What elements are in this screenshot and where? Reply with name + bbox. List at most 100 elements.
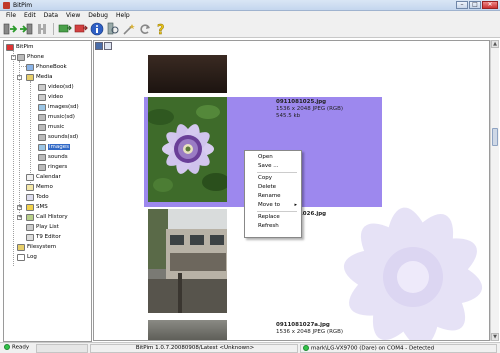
collapse-toggle[interactable]: - — [17, 75, 22, 80]
tree-label: Phone — [27, 54, 45, 60]
tree-item-bitpim[interactable]: BitPim — [6, 42, 34, 52]
tree-item-play-list[interactable]: Play List — [26, 222, 59, 232]
context-rename[interactable]: Rename — [245, 192, 301, 201]
tree-item-phonebook[interactable]: PhoneBook — [26, 62, 67, 72]
tree-label: Memo — [36, 184, 53, 190]
list-view-icon[interactable] — [104, 42, 112, 50]
memo-icon — [26, 183, 34, 191]
tree-item-media[interactable]: Media — [26, 72, 53, 82]
expand-toggle[interactable]: + — [17, 215, 22, 220]
phone-connected-icon — [303, 345, 309, 351]
context-copy[interactable]: Copy — [245, 174, 301, 183]
images-icon — [38, 143, 46, 151]
close-button[interactable]: ✕ — [482, 1, 498, 9]
menu-separator — [257, 211, 297, 212]
media-icon — [26, 73, 34, 81]
media-pane: 0911081025.jpg 1536 x 2048 JPEG (RGB) 54… — [93, 40, 490, 341]
image-thumbnail[interactable] — [148, 320, 227, 340]
sms-icon — [26, 203, 34, 211]
tree-item-filesystem[interactable]: Filesystem — [17, 242, 56, 252]
green-arrow-icon[interactable] — [58, 22, 72, 36]
drag-preview-image — [331, 193, 489, 340]
file-name: 0911081025.jpg — [276, 99, 327, 105]
tree-label: Log — [27, 254, 37, 260]
tree-label: BitPim — [16, 44, 34, 50]
status-bar: Ready BitPim 1.0.7.20080908/Latest <Unkn… — [0, 342, 500, 353]
context-save[interactable]: Save ... — [245, 162, 301, 171]
tree-label: Filesystem — [27, 244, 57, 250]
image-thumbnail-flower[interactable] — [148, 97, 227, 202]
menu-file[interactable]: File — [2, 11, 20, 21]
status-version: BitPim 1.0.7.20080908/Latest <Unknown> — [90, 344, 298, 353]
context-delete[interactable]: Delete — [245, 183, 301, 192]
context-open[interactable]: Open — [245, 153, 301, 162]
menu-help[interactable]: Help — [112, 11, 134, 21]
tree-item-memo[interactable]: Memo — [26, 182, 53, 192]
maximize-button[interactable]: □ — [469, 1, 481, 9]
context-refresh[interactable]: Refresh — [245, 222, 301, 231]
minimize-button[interactable]: – — [456, 1, 468, 9]
phonebook-icon — [26, 63, 34, 71]
file-info: 0911081025.jpg 1536 x 2048 JPEG (RGB) 54… — [276, 99, 343, 120]
expand-toggle[interactable]: + — [17, 205, 22, 210]
context-replace[interactable]: Replace — [245, 213, 301, 222]
log-icon — [17, 253, 25, 261]
filesystem-icon — [17, 243, 25, 251]
tree-label: PhoneBook — [36, 64, 67, 70]
vertical-scrollbar[interactable]: ▲ ▼ — [490, 40, 499, 341]
menu-edit[interactable]: Edit — [20, 11, 40, 21]
tree-item-call-history[interactable]: Call History — [26, 212, 68, 222]
send-to-phone-icon[interactable] — [3, 22, 17, 36]
tree-item-calendar[interactable]: Calendar — [26, 172, 61, 182]
tree-label: Todo — [36, 194, 49, 200]
wand-icon[interactable] — [122, 22, 136, 36]
context-move-to[interactable]: Move to ▸ — [245, 201, 301, 210]
tree-item-video[interactable]: video — [38, 92, 63, 102]
scrollbar-thumb[interactable] — [492, 128, 498, 146]
help-icon[interactable]: ? — [154, 22, 168, 36]
tree-label: SMS — [36, 204, 48, 210]
phone-icon — [17, 53, 25, 61]
red-phone-icon[interactable] — [74, 22, 88, 36]
tree-item-ringers[interactable]: ringers — [38, 162, 67, 172]
get-from-phone-icon[interactable] — [19, 22, 33, 36]
tree-item-sms[interactable]: SMS — [26, 202, 48, 212]
todo-icon — [26, 193, 34, 201]
status-phone-text: mark\LG-VX9700 (Dare) on COM4 - Detected — [311, 345, 435, 352]
calendar-icon — [26, 173, 34, 181]
file-size: 545.5 kb — [276, 113, 301, 119]
phone-detect-icon[interactable] — [106, 22, 120, 36]
tree-item-music-sd[interactable]: music(sd) — [38, 112, 75, 122]
ringers-icon — [38, 163, 46, 171]
scroll-up-icon[interactable]: ▲ — [491, 40, 499, 48]
tree-item-phone[interactable]: Phone — [17, 52, 44, 62]
scroll-down-icon[interactable]: ▼ — [491, 333, 499, 341]
window-title: BitPim — [13, 2, 33, 9]
history-icon[interactable] — [35, 22, 49, 36]
status-text: Ready — [12, 344, 30, 351]
tree-item-images[interactable]: images — [38, 142, 70, 152]
tree-label: music(sd) — [48, 114, 75, 120]
status-phone: mark\LG-VX9700 (Dare) on COM4 - Detected — [300, 344, 497, 353]
grid-view-icon[interactable] — [95, 42, 103, 50]
menu-view[interactable]: View — [62, 11, 84, 21]
tree-label: Play List — [36, 224, 59, 230]
menu-data[interactable]: Data — [40, 11, 62, 21]
tree-label: video(sd) — [48, 84, 74, 90]
info-icon[interactable] — [90, 22, 104, 36]
refresh-icon[interactable] — [138, 22, 152, 36]
image-thumbnail-house[interactable] — [148, 209, 227, 313]
tree-item-t9-editor[interactable]: T9 Editor — [26, 232, 61, 242]
tree-item-todo[interactable]: Todo — [26, 192, 49, 202]
tree-item-log[interactable]: Log — [17, 252, 37, 262]
images-icon — [38, 103, 46, 111]
tree-item-video-sd[interactable]: video(sd) — [38, 82, 74, 92]
tree-label: T9 Editor — [36, 234, 61, 240]
image-thumbnail[interactable] — [148, 55, 227, 93]
tree-item-music[interactable]: music — [38, 122, 64, 132]
collapse-toggle[interactable]: - — [11, 55, 16, 60]
tree-item-images-sd[interactable]: images(sd) — [38, 102, 79, 112]
tree-item-sounds[interactable]: sounds — [38, 152, 68, 162]
menu-debug[interactable]: Debug — [84, 11, 112, 21]
tree-item-sounds-sd[interactable]: sounds(sd) — [38, 132, 78, 142]
